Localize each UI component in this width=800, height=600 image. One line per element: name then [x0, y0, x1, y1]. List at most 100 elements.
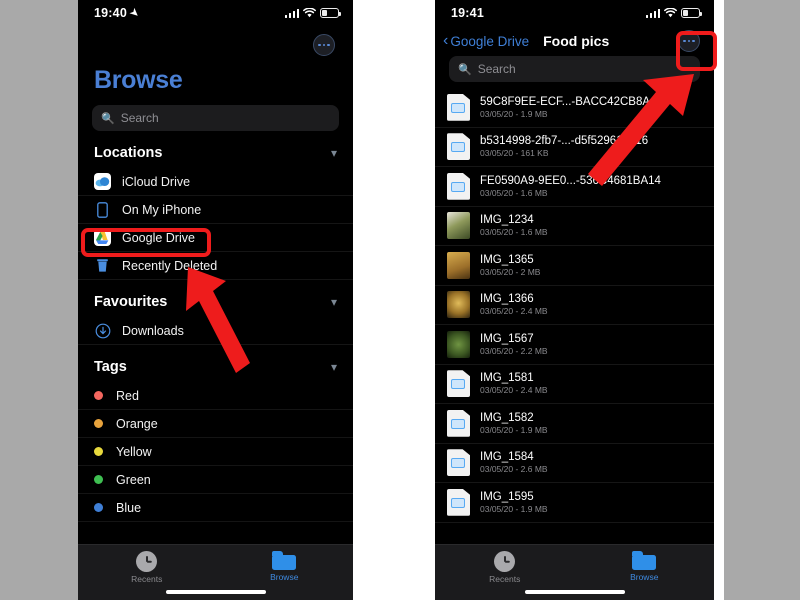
sidebar-item-recently-deleted[interactable]: Recently Deleted [78, 252, 353, 280]
tag-color-dot [94, 475, 103, 484]
back-button[interactable]: ‹ Google Drive [443, 31, 530, 49]
tag-label: Red [116, 388, 139, 403]
photo-thumbnail [447, 251, 470, 279]
file-subtitle: 03/05/20 - 1.9 MB [480, 503, 548, 514]
status-icons [645, 8, 702, 18]
location-arrow-icon: ➤ [127, 6, 142, 20]
trash-icon [94, 257, 111, 274]
document-image-icon [447, 172, 470, 200]
list-item[interactable]: b5314998-2fb7-...-d5f52961ed16 03/05/20 … [435, 128, 714, 167]
section-header-tags[interactable]: Tags ▾ [78, 345, 353, 382]
chevron-down-icon[interactable]: ▾ [331, 295, 337, 309]
tag-color-dot [94, 391, 103, 400]
tag-item-orange[interactable]: Orange [78, 410, 353, 438]
status-time-group: 19:40 ➤ [94, 6, 142, 20]
status-time: 19:41 [451, 6, 484, 20]
browse-more-row [78, 26, 353, 56]
tag-color-dot [94, 447, 103, 456]
battery-icon [320, 8, 341, 18]
chevron-down-icon[interactable]: ▾ [331, 146, 337, 160]
more-options-icon[interactable] [313, 34, 335, 56]
chevron-left-icon: ‹ [443, 31, 449, 49]
sidebar-item-icloud-drive[interactable]: iCloud Drive [78, 168, 353, 196]
clock-icon [136, 551, 158, 572]
file-meta: IMG_1567 03/05/20 - 2.2 MB [480, 333, 548, 356]
document-image-icon [447, 449, 470, 477]
file-name: 59C8F9EE-ECF...-BACC42CB8A45 [480, 95, 663, 108]
sidebar-item-label: Recently Deleted [122, 258, 218, 273]
list-item[interactable]: IMG_1567 03/05/20 - 2.2 MB [435, 325, 714, 365]
tag-item-red[interactable]: Red [78, 382, 353, 410]
status-bar: 19:41 [435, 0, 714, 26]
file-name: IMG_1582 [480, 411, 534, 424]
cellular-bars-icon [284, 8, 299, 18]
file-subtitle: 03/05/20 - 2.6 MB [480, 464, 548, 475]
file-name: IMG_1567 [480, 332, 534, 345]
tag-item-green[interactable]: Green [78, 466, 353, 494]
clock-icon [494, 551, 516, 572]
section-title: Tags [94, 359, 127, 375]
file-meta: IMG_1584 03/05/20 - 2.6 MB [480, 451, 548, 474]
file-name: IMG_1581 [480, 372, 534, 385]
tag-label: Blue [116, 500, 142, 515]
section-header-favourites[interactable]: Favourites ▾ [78, 280, 353, 317]
chevron-down-icon[interactable]: ▾ [331, 360, 337, 374]
iphone-icon [94, 201, 111, 218]
tag-color-dot [94, 419, 103, 428]
tag-item-yellow[interactable]: Yellow [78, 438, 353, 466]
list-item[interactable]: IMG_1581 03/05/20 - 2.4 MB [435, 365, 714, 404]
home-indicator [524, 590, 625, 594]
sidebar-item-downloads[interactable]: Downloads [78, 317, 353, 345]
tag-item-blue[interactable]: Blue [78, 494, 353, 522]
google-drive-icon [94, 229, 111, 246]
tag-label: Orange [116, 416, 158, 431]
tab-recents[interactable]: Recents [78, 551, 216, 584]
list-item[interactable]: FE0590A9-9EE0...-536C4681BA14 03/05/20 -… [435, 167, 714, 207]
sidebar-item-google-drive[interactable]: Google Drive [78, 224, 353, 252]
list-item[interactable]: IMG_1365 03/05/20 - 2 MB [435, 246, 714, 286]
file-subtitle: 03/05/20 - 1.6 MB [480, 227, 548, 238]
folder-icon [632, 551, 657, 570]
tab-label: Recents [489, 574, 521, 584]
file-meta: b5314998-2fb7-...-d5f52961ed16 03/05/20 … [480, 135, 648, 158]
document-image-icon [447, 133, 470, 161]
tab-recents[interactable]: Recents [435, 551, 575, 584]
file-subtitle: 03/05/20 - 2.2 MB [480, 345, 548, 356]
list-item[interactable]: IMG_1582 03/05/20 - 1.9 MB [435, 404, 714, 444]
document-image-icon [447, 488, 470, 516]
file-name: IMG_1234 [480, 214, 534, 227]
file-meta: IMG_1595 03/05/20 - 1.9 MB [480, 491, 548, 514]
section-header-locations[interactable]: Locations ▾ [78, 131, 353, 168]
list-item[interactable]: IMG_1584 03/05/20 - 2.6 MB [435, 444, 714, 483]
sidebar-item-on-my-iphone[interactable]: On My iPhone [78, 196, 353, 224]
sidebar-item-label: Downloads [122, 323, 184, 338]
file-meta: IMG_1234 03/05/20 - 1.6 MB [480, 214, 548, 237]
list-item[interactable]: IMG_1234 03/05/20 - 1.6 MB [435, 207, 714, 246]
phone-screen-browse: 19:40 ➤ Browse 🔍 Search Locations ▾ iClo… [78, 0, 353, 600]
list-item[interactable]: 59C8F9EE-ECF...-BACC42CB8A45 03/05/20 - … [435, 88, 714, 128]
document-image-icon [447, 370, 470, 398]
tab-bar: Recents Browse [435, 544, 714, 600]
file-meta: IMG_1582 03/05/20 - 1.9 MB [480, 412, 548, 435]
file-name: FE0590A9-9EE0...-536C4681BA14 [480, 174, 661, 187]
search-input[interactable]: 🔍 Search [449, 56, 700, 82]
file-meta: IMG_1581 03/05/20 - 2.4 MB [480, 372, 548, 395]
list-item[interactable]: IMG_1366 03/05/20 - 2.4 MB [435, 286, 714, 325]
tab-label: Recents [131, 574, 163, 584]
status-bar: 19:40 ➤ [78, 0, 353, 26]
phone-divider-right [714, 0, 724, 600]
file-subtitle: 03/05/20 - 1.9 MB [480, 424, 548, 435]
file-subtitle: 03/05/20 - 161 KB [480, 148, 549, 159]
sidebar-item-label: iCloud Drive [122, 174, 191, 189]
file-subtitle: 03/05/20 - 2.4 MB [480, 306, 548, 317]
tab-browse[interactable]: Browse [216, 551, 354, 582]
navigation-bar: ‹ Google Drive Food pics [435, 26, 714, 56]
list-item[interactable]: IMG_1595 03/05/20 - 1.9 MB [435, 483, 714, 523]
file-meta: 59C8F9EE-ECF...-BACC42CB8A45 03/05/20 - … [480, 96, 663, 119]
more-options-icon[interactable] [678, 30, 700, 52]
back-button-label: Google Drive [450, 33, 530, 49]
search-input[interactable]: 🔍 Search [92, 105, 339, 131]
file-meta: FE0590A9-9EE0...-536C4681BA14 03/05/20 -… [480, 175, 661, 198]
tag-color-dot [94, 503, 103, 512]
tab-browse[interactable]: Browse [575, 551, 715, 582]
